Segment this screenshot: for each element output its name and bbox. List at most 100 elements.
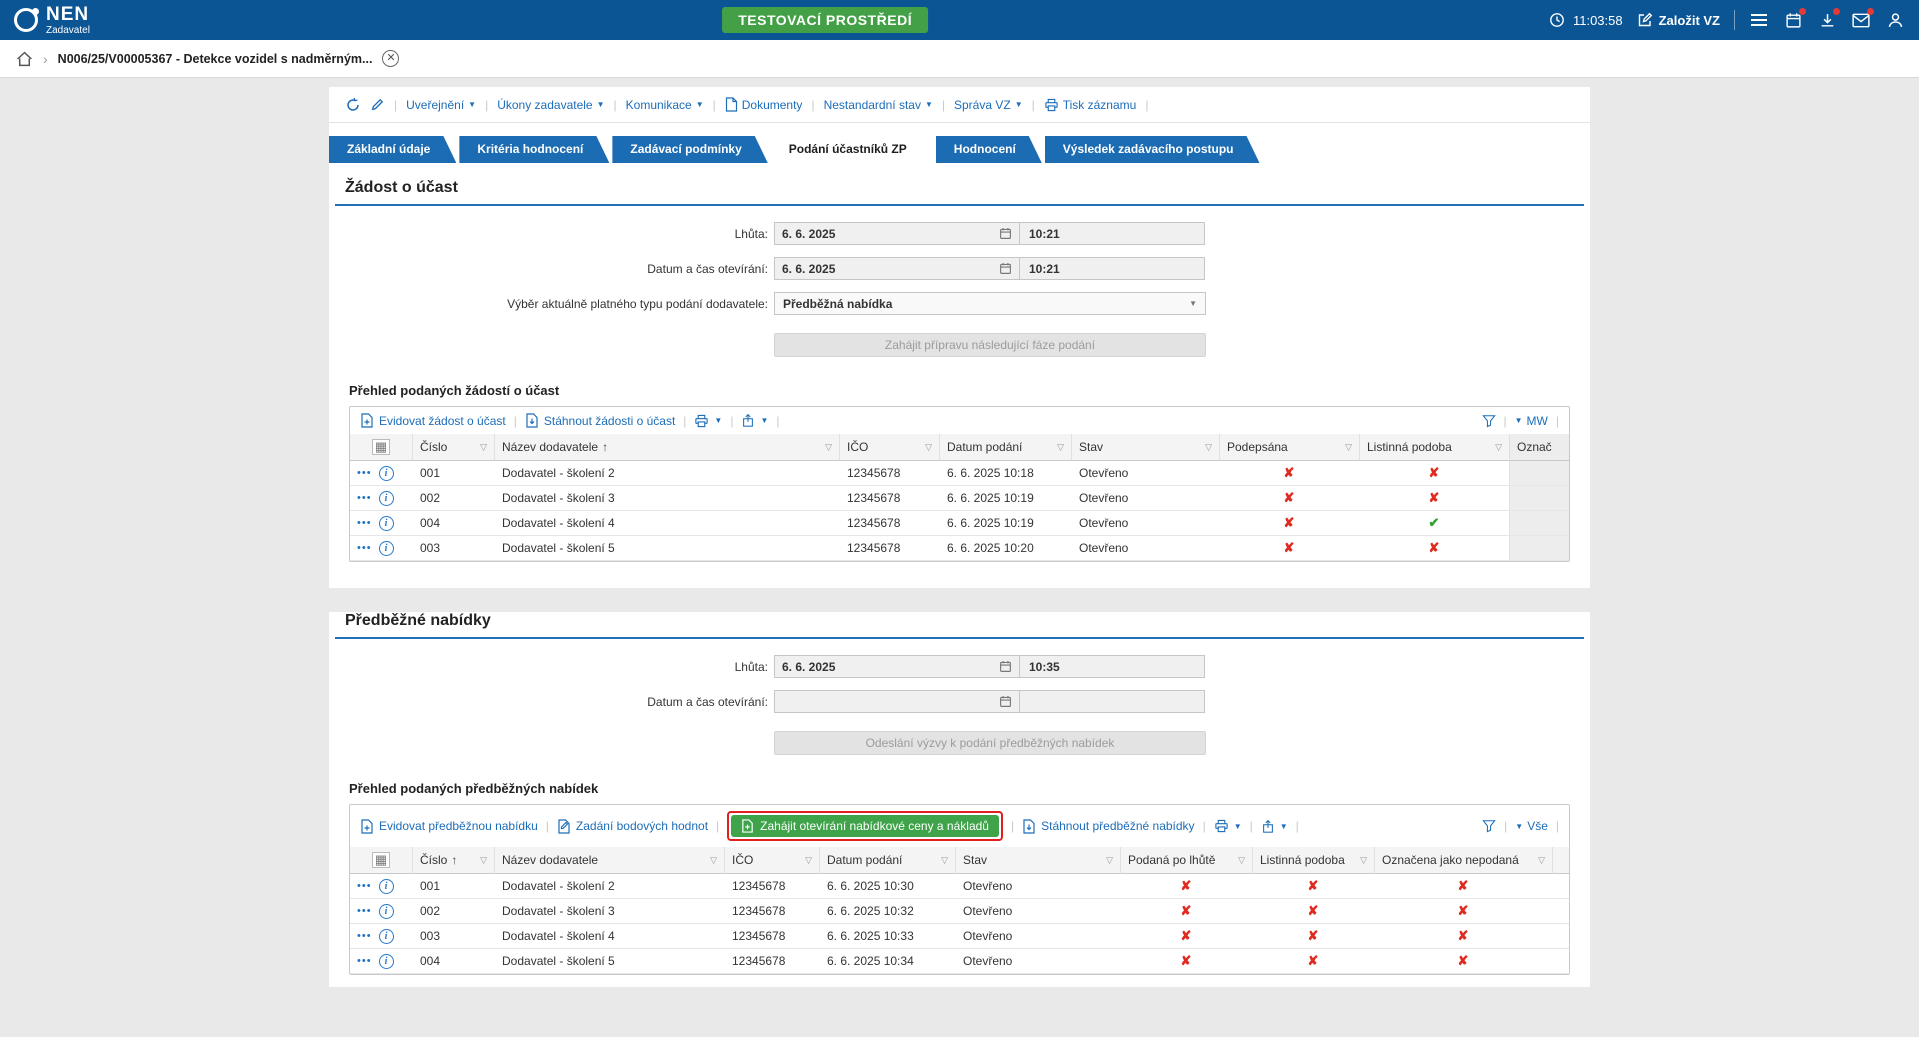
menu-komunikace[interactable]: Komunikace ▼ [626,98,704,112]
filter-dropdown-icon[interactable]: ▽ [1057,442,1064,453]
sort-asc-icon[interactable]: ↑ [602,440,608,454]
export-table-icon[interactable]: ▼ [741,413,768,428]
filter-icon[interactable] [1481,414,1496,428]
column-picker-icon[interactable]: ▦ [371,439,391,455]
tab-podani-ucastniku-zp[interactable]: Podání účastníků ZP [771,136,933,163]
zahajit-otevirani-button[interactable]: Zahájit otevírání nabídkové ceny a nákla… [731,815,999,837]
cell-ico: 12345678 [724,924,819,949]
row-menu-icon[interactable]: ••• [357,906,372,917]
info-icon[interactable]: i [378,953,394,969]
nabidky-otevirani-time-input[interactable] [1019,690,1205,713]
filter-dropdown-icon[interactable]: ▽ [1238,855,1245,866]
podepsana-mark: ✘ [1219,536,1359,561]
column-picker-icon[interactable]: ▦ [371,852,391,868]
menu-sprava-vz[interactable]: Správa VZ ▼ [954,98,1023,112]
lhuta-time-input[interactable]: 10:21 [1019,222,1205,245]
download-icon[interactable] [1817,8,1840,30]
calendar-picker-icon[interactable] [999,227,1012,240]
evidovat-zadost-link[interactable]: Evidovat žádost o účast [360,413,506,428]
close-record-icon[interactable]: ✕ [382,50,400,67]
menu-tisk-zaznamu[interactable]: Tisk záznamu [1044,98,1136,112]
view-selector[interactable]: ▼ MW [1515,414,1548,428]
row-menu-icon[interactable]: ••• [357,518,372,529]
sort-asc-icon[interactable]: ↑ [451,853,457,867]
filter-dropdown-icon[interactable]: ▽ [480,855,487,866]
filter-dropdown-icon[interactable]: ▽ [1205,442,1212,453]
filter-dropdown-icon[interactable]: ▽ [941,855,948,866]
info-icon[interactable]: i [378,490,394,506]
tab-bar: Základní údaje Kritéria hodnocení Zadáva… [329,136,1590,163]
stahnout-zadosti-link[interactable]: Stáhnout žádosti o účast [525,413,675,428]
mail-icon[interactable] [1851,8,1874,30]
otevirani-date-input[interactable]: 6. 6. 2025 [774,257,1020,280]
tab-kriteria-hodnoceni[interactable]: Kritéria hodnocení [459,136,609,163]
info-icon[interactable]: i [378,515,394,531]
document-edit-icon [558,818,570,834]
edit-icon[interactable] [370,97,385,112]
row-menu-icon[interactable]: ••• [357,468,372,479]
lhuta-date-input[interactable]: 6. 6. 2025 [774,222,1020,245]
menu-dokumenty[interactable]: Dokumenty [725,97,802,112]
nabidky-lhuta-time-input[interactable]: 10:35 [1019,655,1205,678]
evidovat-nabidku-link[interactable]: Evidovat předběžnou nabídku [360,818,538,834]
zahajit-pripravu-button[interactable]: Zahájit přípravu následující fáze podání [774,333,1206,357]
typ-podani-label: Výběr aktuálně platného typu podání doda… [507,296,768,311]
tab-hodnoceni[interactable]: Hodnocení [936,136,1042,163]
top-header: NEN Zadavatel TESTOVACÍ PROSTŘEDÍ 11:03:… [0,0,1919,40]
row-menu-icon[interactable]: ••• [357,881,372,892]
filter-dropdown-icon[interactable]: ▽ [805,855,812,866]
menu-icon[interactable] [1749,10,1769,30]
stahnout-nabidky-link[interactable]: Stáhnout předběžné nabídky [1022,818,1195,834]
home-icon[interactable] [16,51,33,67]
calendar-picker-icon[interactable] [999,660,1012,673]
filter-dropdown-icon[interactable]: ▽ [710,855,717,866]
row-menu-icon[interactable]: ••• [357,493,372,504]
calendar-icon[interactable] [1783,8,1806,30]
filter-dropdown-icon[interactable]: ▽ [825,442,832,453]
view-selector[interactable]: ▼ Vše [1515,819,1548,833]
menu-uverejneni[interactable]: Uveřejnění ▼ [406,98,476,112]
calendar-picker-icon[interactable] [999,262,1012,275]
nen-logo[interactable]: NEN Zadavatel [14,5,90,36]
share-icon [1262,819,1273,833]
filter-dropdown-icon[interactable]: ▽ [1106,855,1113,866]
breadcrumb-item[interactable]: N006/25/V00005367 - Detekce vozidel s na… [58,52,373,66]
info-icon[interactable]: i [378,928,394,944]
info-icon[interactable]: i [378,878,394,894]
filter-dropdown-icon[interactable]: ▽ [1538,855,1545,866]
tab-zakladni-udaje[interactable]: Základní údaje [329,136,456,163]
zadani-bodovych-hodnot-link[interactable]: Zadání bodových hodnot [557,818,708,834]
filter-dropdown-icon[interactable]: ▽ [480,442,487,453]
info-icon[interactable]: i [378,540,394,556]
history-icon[interactable] [345,97,361,113]
menu-ukony-zadavatele[interactable]: Úkony zadavatele ▼ [497,98,604,112]
filter-icon[interactable] [1482,819,1496,833]
tab-vysledek-zadavaciho-postupu[interactable]: Výsledek zadávacího postupu [1045,136,1260,163]
cell-nazev: Dodavatel - školení 4 [494,924,724,949]
cell-datum: 6. 6. 2025 10:30 [819,874,955,899]
typ-podani-select[interactable]: Předběžná nabídka ▼ [774,292,1206,315]
nabidky-otevirani-date-input[interactable] [774,690,1020,713]
filter-dropdown-icon[interactable]: ▽ [1345,442,1352,453]
otevirani-time-input[interactable]: 10:21 [1019,257,1205,280]
row-menu-icon[interactable]: ••• [357,543,372,554]
filter-dropdown-icon[interactable]: ▽ [1360,855,1367,866]
tab-zadavaci-podminky[interactable]: Zadávací podmínky [612,136,767,163]
info-icon[interactable]: i [378,903,394,919]
filter-dropdown-icon[interactable]: ▽ [1495,442,1502,453]
filter-dropdown-icon[interactable]: ▽ [925,442,932,453]
row-menu-icon[interactable]: ••• [357,931,372,942]
podepsana-mark: ✘ [1219,486,1359,511]
info-icon[interactable]: i [378,465,394,481]
user-icon[interactable] [1885,10,1905,30]
nabidky-lhuta-date-input[interactable]: 6. 6. 2025 [774,655,1020,678]
print-table-icon[interactable]: ▼ [1214,819,1242,833]
menu-nestandardni-stav[interactable]: Nestandardní stav ▼ [824,98,933,112]
odeslani-vyzvy-button[interactable]: Odeslání výzvy k podání předběžných nabí… [774,731,1206,755]
cell-stav: Otevřeno [955,874,1120,899]
row-menu-icon[interactable]: ••• [357,956,372,967]
zalozit-vz-button[interactable]: Založit VZ [1637,12,1720,28]
print-table-icon[interactable]: ▼ [694,414,722,428]
calendar-picker-icon[interactable] [999,695,1012,708]
export-table-icon[interactable]: ▼ [1261,819,1288,834]
